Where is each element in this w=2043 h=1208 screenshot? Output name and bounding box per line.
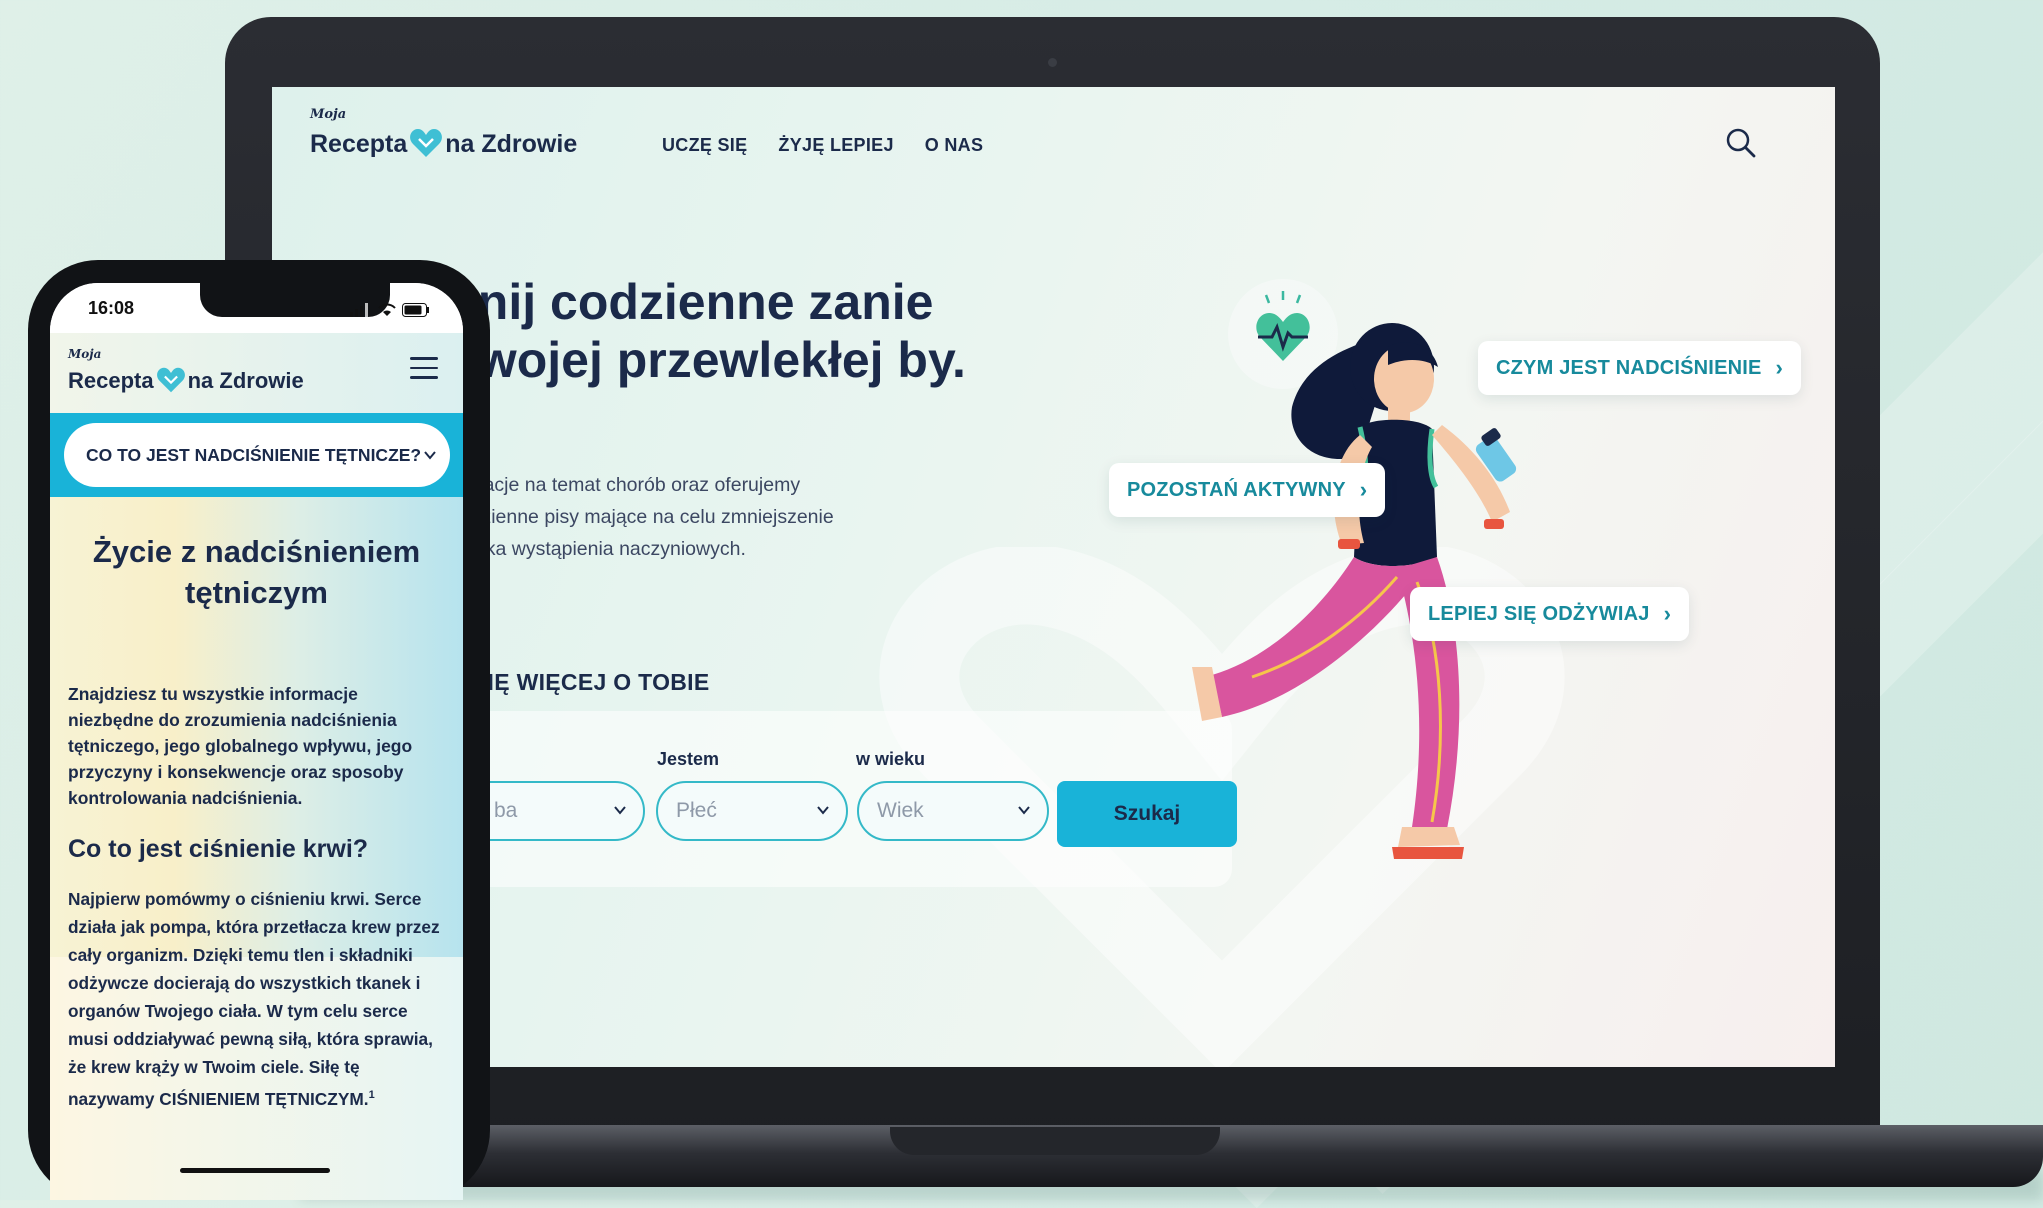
topic-dropdown[interactable]: CO TO JEST NADCIŚNIENIE TĘTNICZE? xyxy=(64,423,450,487)
nav-item-o-nas[interactable]: O NAS xyxy=(925,135,984,156)
logo-recepta-text: Recepta xyxy=(68,368,154,393)
chevron-down-icon xyxy=(424,451,436,460)
logo-moja-text: Moja xyxy=(68,347,102,361)
chevron-right-icon: › xyxy=(1663,601,1672,626)
mobile-site-logo[interactable]: Moja Recepta na Zdrowie xyxy=(68,347,328,394)
mobile-section-heading: Co to jest ciśnienie krwi? xyxy=(68,835,369,863)
site-logo[interactable]: Moja Recepta na Zdrowie xyxy=(310,107,590,159)
topic-dropdown-label: CO TO JEST NADCIŚNIENIE TĘTNICZE? xyxy=(86,444,422,465)
logo-moja-text: Moja xyxy=(310,107,347,122)
mobile-body-paragraph: Najpierw pomówmy o ciśnieniu krwi. Serce… xyxy=(68,885,446,1113)
stay-active-link-label: POZOSTAŃ AKTYWNY xyxy=(1127,478,1346,501)
nav-item-ucze-sie[interactable]: UCZĘ SIĘ xyxy=(662,135,747,156)
logo-heart-icon xyxy=(410,129,443,157)
age-select-placeholder: Wiek xyxy=(877,799,924,822)
chevron-right-icon: › xyxy=(1359,477,1368,502)
mobile-page-title: Życie z nadciśnieniem tętniczym xyxy=(92,534,421,610)
logo-nazdrowie-text: na Zdrowie xyxy=(445,130,578,158)
menu-icon[interactable] xyxy=(410,357,438,381)
hero-description: ormacje na temat chorób oraz oferujemy c… xyxy=(450,474,834,560)
nutrition-link-label: LEPIEJ SIĘ ODŻYWIAJ xyxy=(1428,602,1650,625)
mobile-paragraph-text: Najpierw pomówmy o ciśnieniu krwi. Serce… xyxy=(68,889,440,1109)
laptop-hinge-notch xyxy=(890,1127,1220,1155)
signal-icon xyxy=(350,303,368,317)
logo-nazdrowie-text: na Zdrowie xyxy=(187,368,304,393)
logo-heart-icon xyxy=(156,367,185,393)
footnote-marker[interactable]: 1 xyxy=(369,1089,375,1101)
chevron-down-icon xyxy=(817,806,829,815)
gender-select[interactable]: Płeć xyxy=(656,781,848,841)
age-select[interactable]: Wiek xyxy=(857,781,1049,841)
chevron-down-icon xyxy=(614,806,626,815)
hypertension-link-label: CZYM JEST NADCIŚNIENIE xyxy=(1496,356,1762,379)
logo-recepta-text: Recepta xyxy=(310,130,408,158)
battery-icon xyxy=(402,303,429,317)
nutrition-link-bubble[interactable]: LEPIEJ SIĘ ODŻYWIAJ › xyxy=(1410,587,1690,641)
mobile-intro-text: Znajdziesz tu wszystkie informacje niezb… xyxy=(68,684,413,808)
age-label: w wieku xyxy=(856,749,926,769)
nav-item-zyje-lepiej[interactable]: ŻYJĘ LEPIEJ xyxy=(778,135,893,156)
mobile-website: 16:08 Moja Recepta na Zdrowie CO TO JEST… xyxy=(50,283,463,1200)
search-icon[interactable] xyxy=(1725,127,1757,159)
main-nav: UCZĘ SIĘ ŻYJĘ LEPIEJ O NAS xyxy=(662,135,983,156)
desktop-website: Moja Recepta na Zdrowie UCZĘ SIĘ ŻYJĘ LE… xyxy=(272,87,1835,1067)
chevron-right-icon: › xyxy=(1775,355,1784,380)
gender-select-placeholder: Płeć xyxy=(676,799,717,822)
status-bar: 16:08 xyxy=(50,283,463,333)
hero-title: cnij codzienne zanie swojej przewlekłej … xyxy=(450,274,966,388)
stay-active-link-bubble[interactable]: POZOSTAŃ AKTYWNY › xyxy=(1109,463,1386,517)
gender-label: Jestem xyxy=(657,749,720,769)
wifi-icon xyxy=(378,303,396,316)
status-time: 16:08 xyxy=(88,298,135,318)
hypertension-link-bubble[interactable]: CZYM JEST NADCIŚNIENIE › xyxy=(1478,341,1802,395)
disease-select-value: ba xyxy=(494,799,518,822)
laptop-camera xyxy=(1048,58,1057,67)
home-indicator xyxy=(180,1168,330,1173)
chevron-down-icon xyxy=(1018,806,1030,815)
